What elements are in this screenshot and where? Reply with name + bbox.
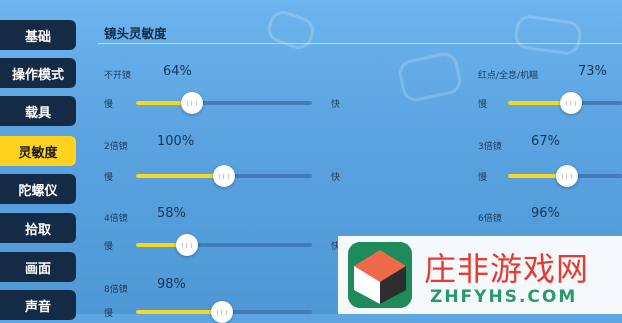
slider-track[interactable]	[136, 301, 312, 323]
slider-label: 8倍镜	[104, 285, 128, 295]
sidebar: 基础 操作模式 载具 灵敏度 陀螺仪 拾取 画面 声音	[0, 0, 82, 320]
slider-fill	[136, 174, 224, 178]
sidebar-item-control-mode[interactable]: 操作模式	[0, 58, 76, 88]
slider-percent: 58%	[157, 206, 186, 221]
slider-slow-label: 慢	[104, 309, 114, 319]
slider-label: 4倍镜	[104, 214, 128, 224]
sidebar-item-label: 拾取	[24, 222, 51, 238]
sidebar-item-label: 声音	[24, 299, 51, 315]
slider-track[interactable]	[508, 165, 622, 187]
slider-track[interactable]	[136, 92, 312, 114]
slider-label: 不开镜	[104, 71, 132, 81]
slider-percent: 100%	[157, 134, 195, 149]
slider-percent: 67%	[531, 134, 560, 149]
slider-knob[interactable]	[555, 165, 578, 187]
slider-fast-label: 快	[331, 100, 341, 110]
section-divider	[98, 43, 622, 44]
slider-fast-label: 快	[331, 173, 341, 183]
sidebar-item-label: 载具	[24, 105, 51, 121]
sidebar-item-label: 基础	[24, 29, 51, 45]
slider-track[interactable]	[136, 234, 312, 256]
slider-track[interactable]	[136, 165, 312, 187]
sidebar-item-label: 灵敏度	[18, 145, 58, 161]
slider-percent: 96%	[531, 206, 560, 221]
slider-slow-label: 慢	[478, 173, 488, 183]
slider-percent: 73%	[578, 64, 607, 79]
slider-fill	[136, 310, 223, 314]
slider-slow-label: 慢	[104, 100, 114, 110]
slider-percent: 98%	[157, 277, 186, 292]
slider-knob[interactable]	[213, 165, 235, 187]
slider-percent: 64%	[163, 64, 192, 79]
sidebar-item-label: 操作模式	[11, 67, 64, 83]
sidebar-item-sound[interactable]: 声音	[0, 290, 76, 320]
sidebar-item-vehicle[interactable]: 载具	[0, 96, 76, 126]
sidebar-item-graphics[interactable]: 画面	[0, 252, 76, 282]
sidebar-item-label: 画面	[24, 261, 51, 277]
slider-slow-label: 慢	[104, 173, 114, 183]
sidebar-item-gyroscope[interactable]: 陀螺仪	[0, 174, 76, 204]
sidebar-item-sensitivity[interactable]: 灵敏度	[0, 136, 76, 166]
sidebar-item-pickup[interactable]: 拾取	[0, 213, 76, 243]
watermark-logo-icon	[348, 242, 412, 308]
slider-label: 2倍镜	[104, 142, 128, 152]
slider-label: 红点/全息/机瞄	[478, 71, 539, 81]
watermark-site-name: 庄非游戏网	[424, 250, 590, 288]
section-title: 镜头灵敏度	[104, 26, 167, 41]
slider-knob[interactable]	[559, 92, 582, 114]
slider-slow-label: 慢	[478, 100, 488, 110]
slider-track[interactable]	[508, 92, 622, 114]
slider-knob[interactable]	[211, 301, 234, 323]
slider-slow-label: 慢	[104, 242, 114, 252]
slider-label: 3倍镜	[478, 142, 502, 152]
slider-knob[interactable]	[176, 234, 199, 256]
slider-label: 6倍镜	[478, 214, 502, 224]
watermark-domain: ZHFYHS.COM	[430, 287, 578, 307]
sidebar-item-label: 陀螺仪	[18, 183, 58, 199]
sidebar-item-basic[interactable]: 基础	[0, 20, 76, 50]
